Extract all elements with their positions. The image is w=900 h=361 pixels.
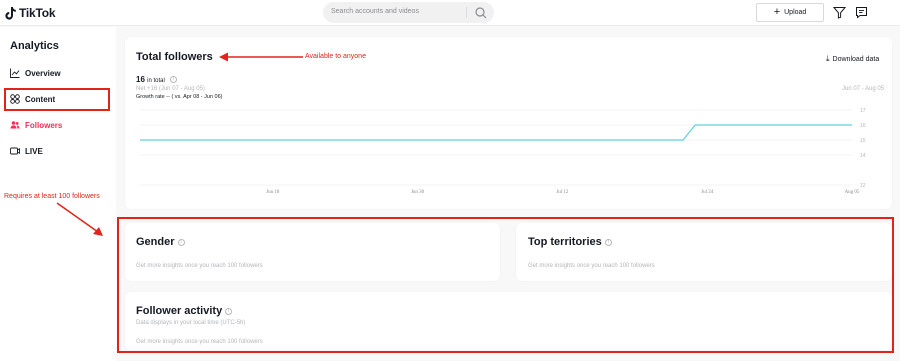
annotation-arrow-left (219, 52, 303, 62)
chart-line-icon (10, 68, 20, 78)
upload-button[interactable]: + Upload (756, 3, 824, 22)
annotation-available: Available to anyone (305, 53, 366, 60)
followers-line-chart: 12 14 15 16 17 Jun 18 Jun 30 Jul 12 Jul 24 Aug 05 (140, 108, 866, 195)
y-tick-label: 15 (860, 138, 866, 144)
sidebar-item-followers[interactable]: Followers (10, 118, 62, 132)
sidebar-item-label: Followers (25, 120, 63, 130)
y-tick-label: 12 (860, 183, 866, 189)
filter-icon[interactable] (833, 6, 846, 19)
search-input[interactable]: Search accounts and videos (331, 8, 419, 15)
download-icon: ⤓ (826, 54, 830, 63)
download-data-button[interactable]: ⤓ Download data (826, 54, 879, 64)
followers-highlight-box (4, 88, 110, 111)
sidebar-item-label: Overview (25, 68, 61, 78)
x-tick-label: Jun 30 (411, 190, 425, 195)
annotation-requires: Requires at least 100 followers (4, 193, 100, 200)
people-icon (10, 121, 20, 129)
search-bar[interactable]: Search accounts and videos (323, 2, 494, 23)
net-followers: Net +16 (Jun 07 - Aug 05) (136, 86, 205, 92)
sidebar-title: Analytics (10, 40, 59, 52)
info-icon[interactable]: i (170, 76, 178, 83)
sidebar-item-live[interactable]: LIVE (10, 144, 43, 158)
y-tick-label: 17 (860, 108, 866, 114)
x-tick-label: Jul 24 (701, 190, 714, 195)
upload-label: Upload (784, 9, 807, 16)
follower-count-suffix: in total (147, 78, 165, 84)
tiktok-logo-icon (5, 6, 16, 20)
sidebar-item-overview[interactable]: Overview (10, 66, 61, 80)
chart-date-range: Jun 07 - Aug 05 (842, 86, 885, 92)
sidebar-item-label: LIVE (25, 146, 43, 156)
live-icon (10, 147, 20, 155)
download-label: Download data (832, 55, 880, 63)
y-tick-label: 14 (860, 153, 866, 159)
follower-count-value: 16 (136, 75, 145, 84)
top-bar: TikTok Search accounts and videos + Uplo… (0, 0, 900, 26)
tiktok-logo[interactable]: TikTok (5, 5, 56, 21)
requires-highlight-box (117, 217, 894, 353)
annotation-arrow-down (56, 202, 103, 236)
y-tick-label: 16 (860, 123, 866, 129)
x-tick-label: Jul 12 (556, 190, 569, 195)
x-tick-label: Jun 18 (266, 190, 280, 195)
message-icon[interactable] (855, 6, 868, 19)
followers-series-line (140, 124, 852, 141)
search-icon[interactable] (474, 6, 488, 20)
x-tick-label: Aug 05 (845, 190, 860, 195)
app-name: TikTok (19, 6, 56, 20)
total-followers-title: Total followers (136, 51, 213, 63)
follower-count: 16 in total i (136, 75, 178, 84)
search-divider (466, 7, 467, 18)
plus-icon: + (773, 6, 781, 18)
